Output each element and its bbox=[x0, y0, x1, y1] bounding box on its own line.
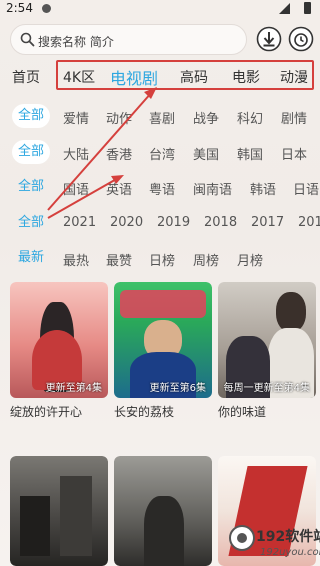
video-title: 长安的荔枝 bbox=[114, 405, 175, 419]
watermark-brand: 192软件站 bbox=[256, 529, 320, 545]
watermark: 192软件站 192uyou.com bbox=[224, 520, 320, 566]
video-card[interactable] bbox=[10, 456, 108, 566]
video-card[interactable]: 每周一更新至第4集 你的味道 bbox=[218, 282, 316, 422]
video-card[interactable]: 更新至第6集 长安的荔枝 bbox=[114, 282, 212, 422]
episode-badge: 更新至第6集 bbox=[149, 383, 206, 394]
poster-image bbox=[10, 456, 108, 566]
watermark-logo-icon bbox=[229, 525, 255, 551]
poster-image: 每周一更新至第4集 bbox=[218, 282, 316, 398]
video-title: 绽放的许开心 bbox=[10, 405, 83, 419]
episode-badge: 更新至第4集 bbox=[45, 383, 102, 394]
episode-badge: 每周一更新至第4集 bbox=[223, 383, 310, 394]
poster-image: 更新至第4集 bbox=[10, 282, 108, 398]
poster-image: 更新至第6集 bbox=[114, 282, 212, 398]
poster-image bbox=[114, 456, 212, 566]
video-title: 你的味道 bbox=[218, 405, 267, 419]
video-card[interactable]: 更新至第4集 绽放的许开心 bbox=[10, 282, 108, 422]
video-card[interactable] bbox=[114, 456, 212, 566]
watermark-url: 192uyou.com bbox=[260, 547, 320, 558]
